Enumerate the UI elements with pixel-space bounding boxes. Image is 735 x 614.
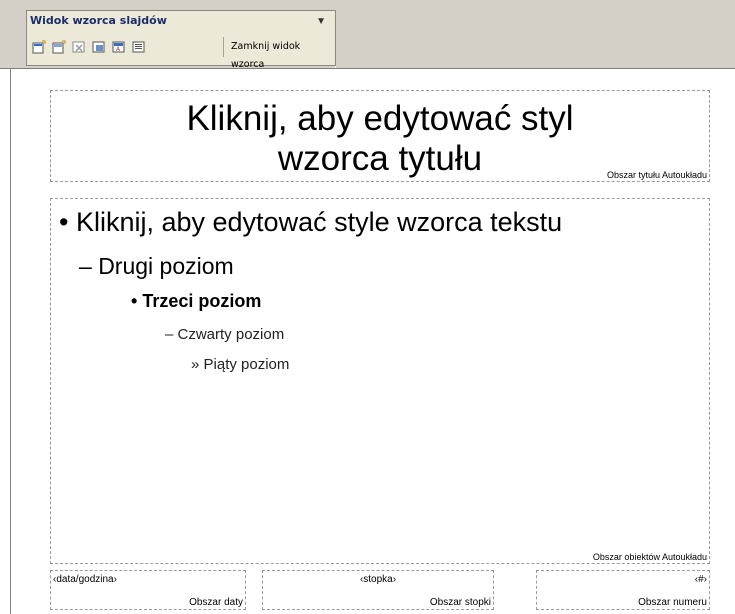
number-area-label: Obszar numeru <box>638 597 707 608</box>
date-area-label: Obszar daty <box>189 597 243 608</box>
level-1-text: Kliknij, aby edytować style wzorca tekst… <box>75 207 563 237</box>
level-3-item: • Trzeci poziom <box>131 291 262 311</box>
number-field: ‹#› <box>694 574 707 585</box>
level-3-text: Trzeci poziom <box>142 291 262 311</box>
level-2-item: – Drugi poziom <box>79 253 234 279</box>
title-area-label: Obszar tytułu Autoukładu <box>606 170 707 180</box>
level-1-item: • Kliknij, aby edytować style wzorca tek… <box>59 207 563 237</box>
close-master-view-button[interactable]: Zamknij widok wzorca <box>228 38 335 70</box>
title-text: Kliknij, aby edytować styl wzorca tytułu <box>51 99 709 179</box>
toolbar-area <box>335 10 735 68</box>
body-area-label: Obszar obiektów Autoukładu <box>592 552 707 562</box>
toolbar-title[interactable]: Widok wzorca slajdów <box>30 14 167 27</box>
insert-slide-master-icon[interactable] <box>32 40 46 54</box>
toolbar-separator <box>223 37 224 57</box>
level-2-text: Drugi poziom <box>98 253 234 279</box>
level-5-item: » Piąty poziom <box>191 356 290 373</box>
date-field: ‹data/godzina› <box>53 574 117 585</box>
slide-master-toolbar: Widok wzorca slajdów ▼ A Zamknij widok w… <box>26 10 336 70</box>
date-placeholder[interactable]: ‹data/godzina› Obszar daty <box>50 570 246 610</box>
toolbar-icons: A <box>32 40 146 54</box>
rename-master-icon[interactable]: A <box>112 40 126 54</box>
delete-master-icon[interactable] <box>72 40 86 54</box>
level-4-text: Czwarty poziom <box>177 326 285 343</box>
footer-area-label: Obszar stopki <box>429 597 491 608</box>
preserve-master-icon[interactable] <box>92 40 106 54</box>
number-placeholder[interactable]: ‹#› Obszar numeru <box>536 570 710 610</box>
footer-field: ‹stopka› <box>359 574 397 585</box>
insert-title-master-icon[interactable] <box>52 40 66 54</box>
level-4-item: – Czwarty poziom <box>165 326 285 343</box>
title-placeholder[interactable]: Kliknij, aby edytować styl wzorca tytułu… <box>50 90 710 182</box>
title-line-1: Kliknij, aby edytować styl <box>186 99 574 138</box>
level-5-text: Piąty poziom <box>203 356 290 373</box>
toolbar-options-arrow-icon[interactable]: ▼ <box>316 16 326 27</box>
body-placeholder[interactable]: • Kliknij, aby edytować style wzorca tek… <box>50 198 710 564</box>
master-layout-icon[interactable] <box>132 40 146 54</box>
footer-placeholder[interactable]: ‹stopka› Obszar stopki <box>262 570 494 610</box>
